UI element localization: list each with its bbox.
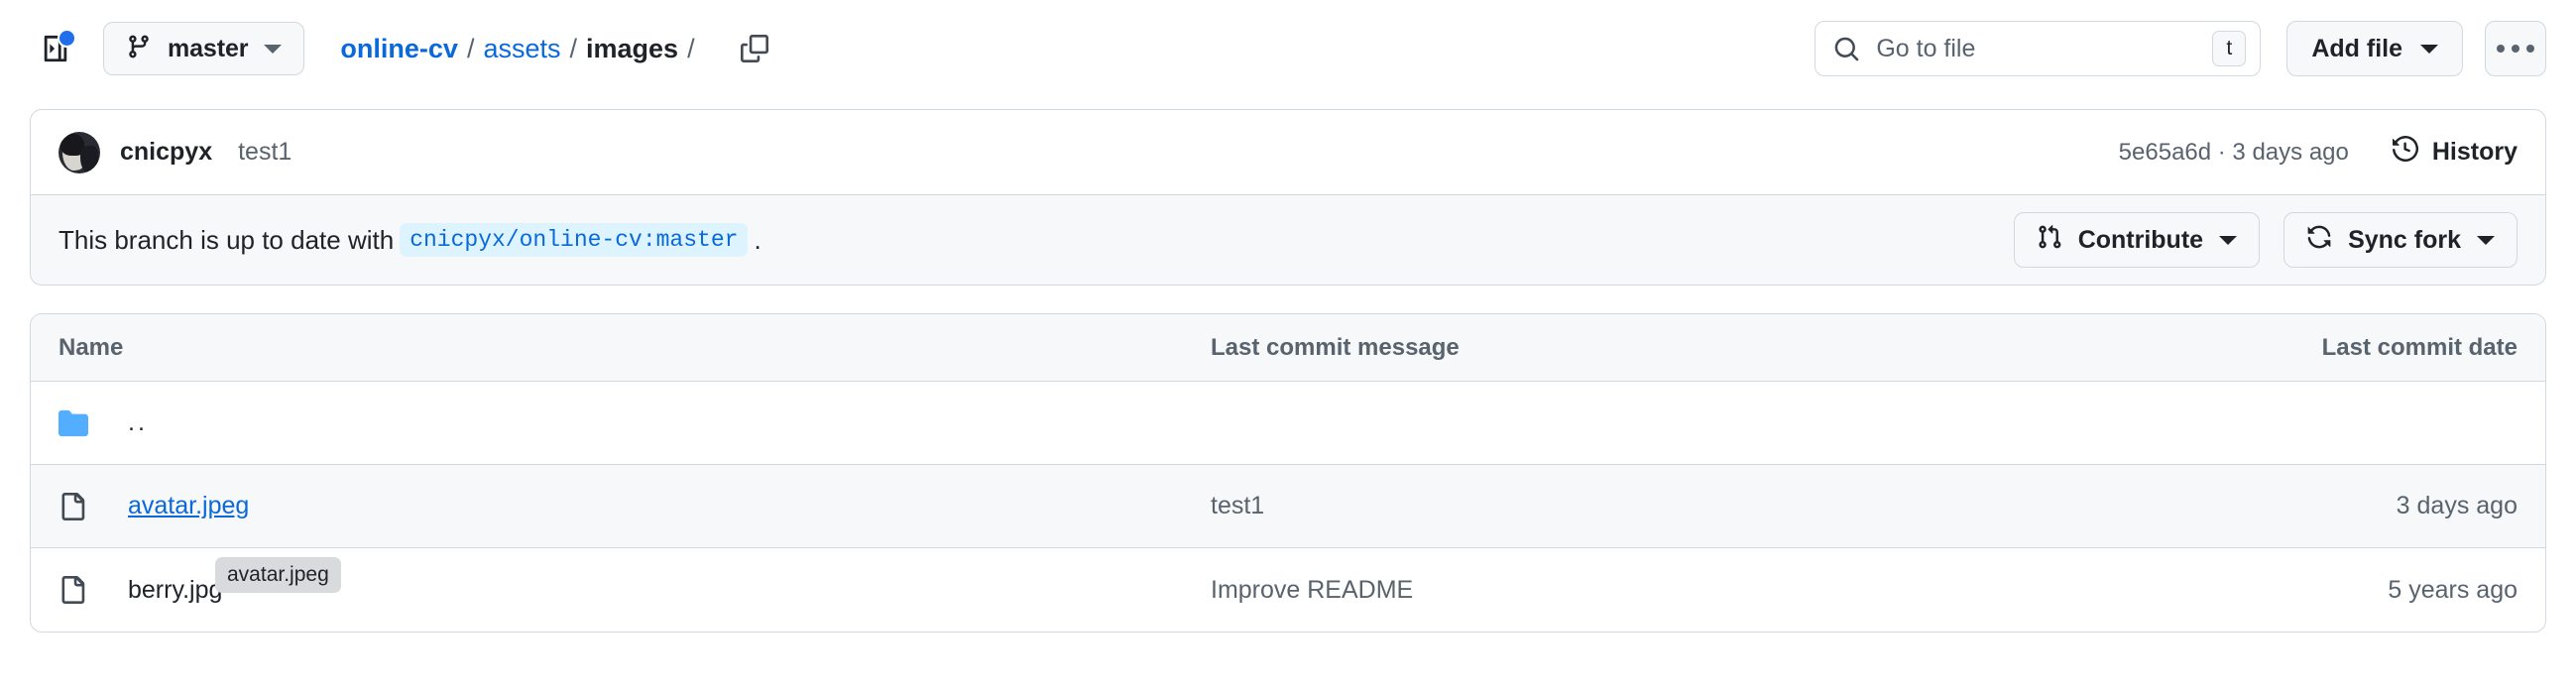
file-link-avatar-jpeg[interactable]: avatar.jpeg	[128, 492, 249, 520]
row-commit-message-text: test1	[1211, 492, 1265, 519]
repo-toolbar: master online-cv / assets / images / Go …	[0, 0, 2576, 97]
avatar[interactable]	[59, 131, 100, 173]
kebab-dot	[2512, 45, 2519, 53]
column-header-name: Name	[59, 333, 124, 361]
breadcrumb-repo-link[interactable]: online-cv	[340, 34, 458, 64]
commit-message-link[interactable]: test1	[238, 138, 292, 167]
file-icon	[59, 492, 102, 520]
table-row[interactable]: ..	[31, 382, 2545, 465]
sidebar-expand-icon[interactable]	[30, 23, 81, 74]
breadcrumb-separator: /	[687, 33, 695, 63]
latest-commit-bar: cnicpyx test1 5e65a6d · 3 days ago Histo…	[30, 109, 2546, 194]
git-pull-request-icon	[2037, 224, 2062, 257]
chevron-down-icon	[2477, 235, 2495, 245]
row-commit-message[interactable]: test1	[1211, 492, 2208, 520]
more-options-button[interactable]	[2485, 21, 2546, 76]
commit-meta: 5e65a6d · 3 days ago	[2118, 138, 2349, 166]
search-icon	[1833, 36, 1860, 62]
contribute-label: Contribute	[2077, 225, 2204, 254]
sync-fork-button[interactable]: Sync fork	[2283, 212, 2517, 268]
repo-file-browser-page: master online-cv / assets / images / Go …	[0, 0, 2576, 690]
file-icon	[59, 576, 102, 604]
breadcrumb-separator: /	[569, 33, 578, 63]
file-list-table: Name Last commit message Last commit dat…	[30, 313, 2546, 632]
row-commit-date: 5 years ago	[2208, 576, 2545, 605]
git-branch-icon	[126, 34, 152, 64]
add-file-button[interactable]: Add file	[2286, 21, 2463, 76]
chevron-down-icon	[2420, 44, 2438, 54]
folder-icon	[59, 408, 102, 438]
branch-status-banner: This branch is up to date with cnicpyx/o…	[30, 194, 2546, 286]
notification-dot-icon	[58, 29, 76, 48]
kebab-dot	[2526, 45, 2534, 53]
branch-status-actions: Contribute Sync fork	[2013, 212, 2517, 268]
sync-icon	[2306, 224, 2332, 257]
table-row[interactable]: berry.jpg Improve README 5 years ago ava…	[31, 548, 2545, 632]
breadcrumb-current-folder: images	[586, 33, 679, 63]
branch-selector-button[interactable]: master	[103, 22, 305, 75]
row-commit-date-text: 5 years ago	[2388, 575, 2517, 604]
search-shortcut-badge: t	[2212, 31, 2247, 66]
add-file-label: Add file	[2311, 34, 2402, 62]
row-commit-message-text: Improve README	[1211, 575, 1414, 604]
go-to-file-search[interactable]: t	[1815, 21, 2262, 76]
chevron-down-icon	[264, 44, 283, 54]
row-commit-date: 3 days ago	[2208, 492, 2545, 520]
commit-author-link[interactable]: cnicpyx	[120, 138, 212, 167]
file-name-tooltip: avatar.jpeg	[215, 557, 341, 593]
parent-directory-link[interactable]: ..	[128, 408, 148, 437]
branch-name-label: master	[168, 34, 249, 62]
row-commit-date-text: 3 days ago	[2396, 492, 2517, 519]
chevron-down-icon	[2219, 235, 2238, 245]
history-link[interactable]: History	[2392, 135, 2517, 169]
file-link-berry-jpg[interactable]: berry.jpg	[128, 576, 222, 605]
table-header-row: Name Last commit message Last commit dat…	[31, 314, 2545, 382]
contribute-button[interactable]: Contribute	[2013, 212, 2261, 268]
history-label: History	[2431, 138, 2517, 166]
row-name-cell: ..	[31, 408, 1211, 438]
clock-history-icon	[2392, 135, 2418, 169]
column-header-commit-message: Last commit message	[1211, 333, 1460, 361]
breadcrumb-separator: /	[466, 33, 475, 63]
copy-path-icon[interactable]	[732, 26, 777, 71]
branch-status-text: This branch is up to date with	[59, 224, 395, 255]
upstream-ref-chip[interactable]: cnicpyx/online-cv:master	[400, 223, 749, 257]
row-name-cell: avatar.jpeg	[31, 492, 1211, 520]
table-row[interactable]: avatar.jpeg test1 3 days ago	[31, 465, 2545, 548]
sync-fork-label: Sync fork	[2348, 225, 2461, 254]
branch-status-period: .	[754, 224, 761, 255]
column-header-commit-date: Last commit date	[2321, 333, 2517, 361]
breadcrumb-assets-link[interactable]: assets	[483, 34, 560, 64]
breadcrumb: online-cv / assets / images /	[340, 26, 776, 71]
kebab-dot	[2497, 45, 2505, 53]
search-input[interactable]	[1860, 33, 2213, 64]
row-name-cell: berry.jpg	[31, 576, 1211, 605]
row-commit-message[interactable]: Improve README	[1211, 576, 2208, 605]
